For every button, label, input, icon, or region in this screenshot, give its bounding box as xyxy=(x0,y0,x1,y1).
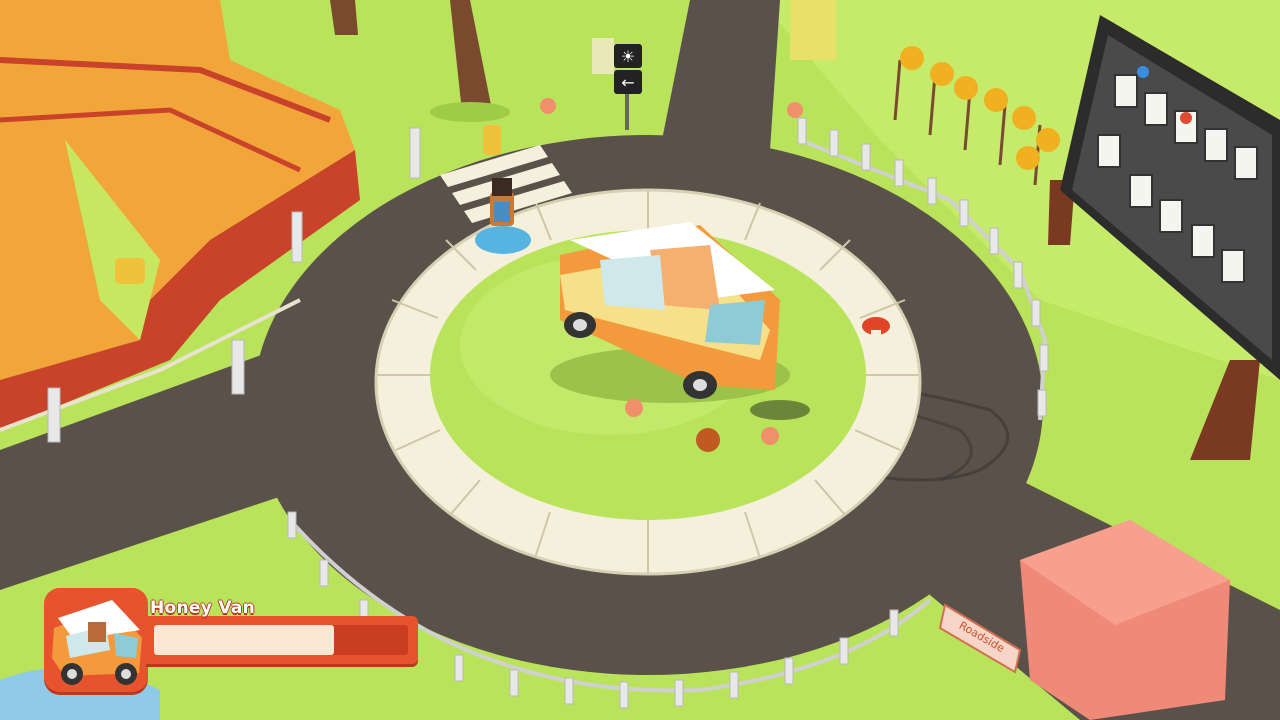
flower-patch xyxy=(540,98,556,114)
vehicle-hud: Honey Van xyxy=(44,588,420,694)
health-bar-track xyxy=(154,625,408,655)
sun-icon: ☀ xyxy=(621,47,635,66)
exhaust-smoke xyxy=(750,400,810,420)
billboard-gem-red xyxy=(1180,112,1192,124)
tree-foliage xyxy=(790,0,836,60)
beehive xyxy=(115,258,145,284)
planter-box xyxy=(592,38,614,74)
flower-patch xyxy=(625,399,643,417)
hydrant xyxy=(483,125,501,155)
van-portrait-icon xyxy=(44,588,148,692)
flower-patch xyxy=(787,102,803,118)
flower-patch xyxy=(761,427,779,445)
billboard-gem-blue xyxy=(1137,66,1149,78)
pedestrian-head xyxy=(492,178,512,196)
pedestrian-apron xyxy=(494,202,510,222)
sign-post xyxy=(625,90,629,130)
arrow-left-icon: ← xyxy=(621,73,634,92)
tree-shadow xyxy=(430,102,510,122)
pedestrian-shadow-ring xyxy=(475,226,531,254)
honey-splat xyxy=(696,428,720,452)
vehicle-portrait xyxy=(44,588,148,692)
vehicle-name: Honey Van xyxy=(150,598,256,618)
health-bar-fill xyxy=(154,625,335,655)
health-bar xyxy=(146,616,418,664)
mushroom-stem xyxy=(871,330,881,342)
